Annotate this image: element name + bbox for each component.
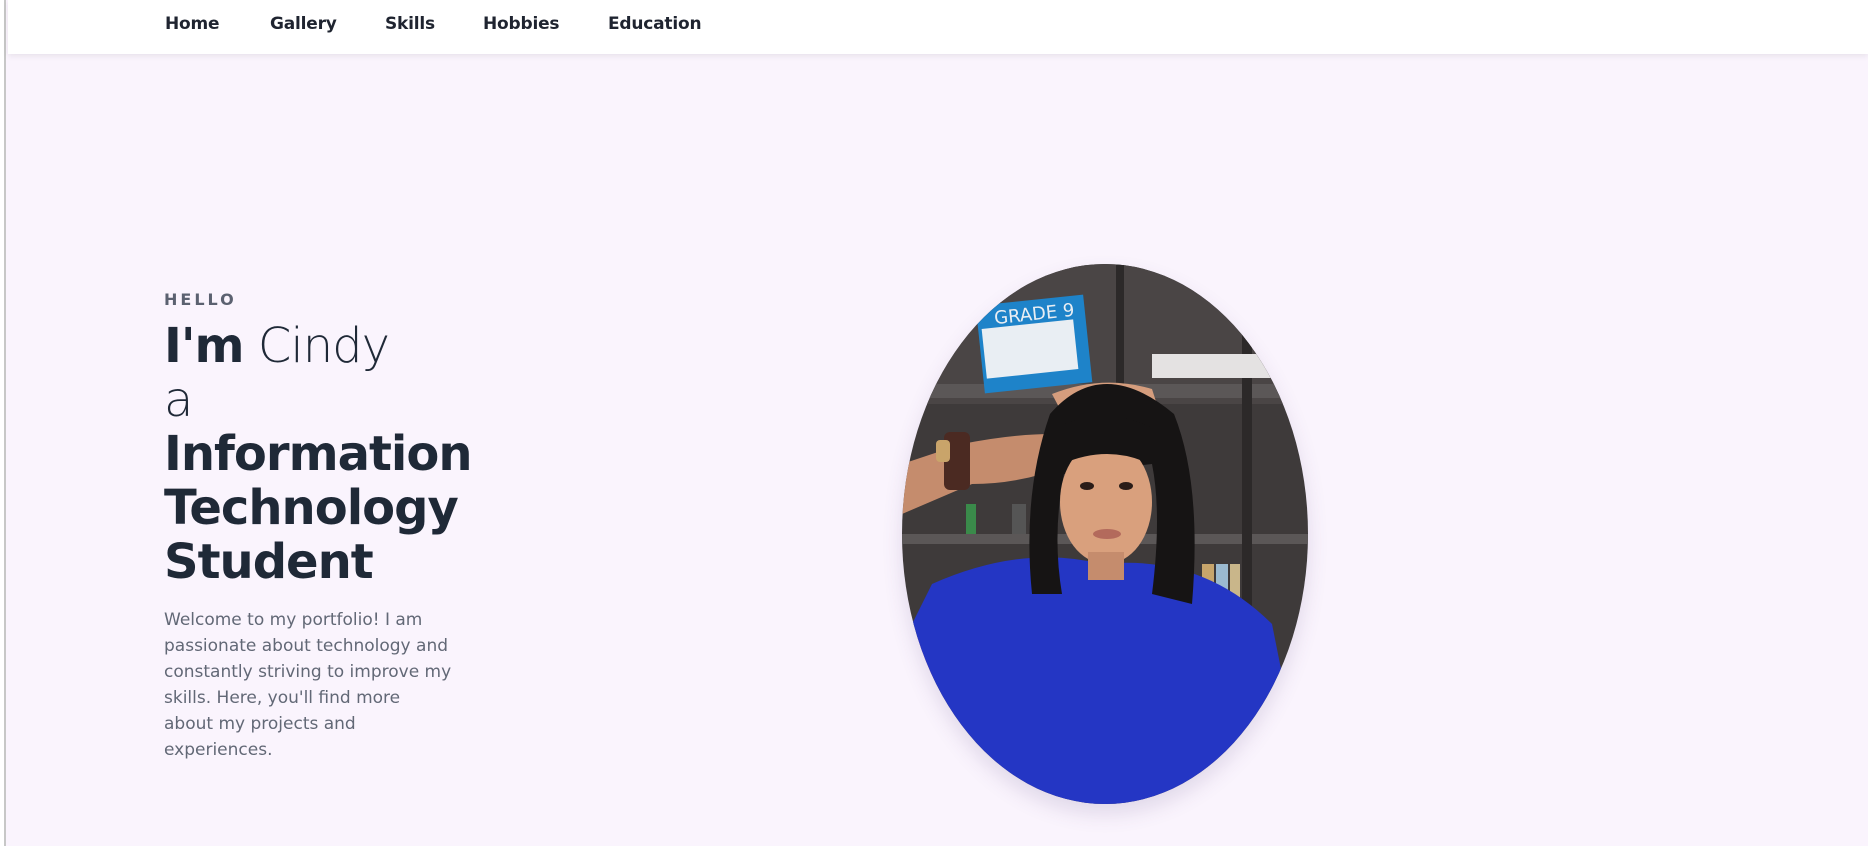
headline-article: a	[164, 372, 193, 428]
nav-education-link[interactable]: Education	[608, 14, 702, 34]
hero-headline: I'm Cindy a Information Technology Stude…	[164, 319, 473, 590]
hero-greeting: HELLO	[164, 290, 237, 309]
hero-intro-paragraph: Welcome to my portfolio! I am passionate…	[164, 610, 452, 760]
nav-hobbies-link[interactable]: Hobbies	[483, 14, 560, 34]
profile-photo-illustration: GRADE 9	[902, 264, 1308, 804]
headline-name: Cindy	[257, 318, 390, 374]
headline-role-line-1: Information	[164, 426, 473, 482]
nav-gallery-link[interactable]: Gallery	[270, 14, 337, 34]
headline-intro-line: I'm Cindy	[164, 319, 464, 373]
nav-home-link[interactable]: Home	[165, 14, 220, 34]
headline-role-line-3: Student	[164, 534, 374, 590]
headline-role-line-2: Technology	[164, 480, 459, 536]
top-navbar: Home Gallery Skills Hobbies Education	[8, 0, 1868, 54]
hero-text: HELLO I'm Cindy a Information Technology…	[164, 290, 473, 763]
profile-photo: GRADE 9	[902, 264, 1308, 804]
nav-skills-link[interactable]: Skills	[385, 14, 435, 34]
window-left-edge	[0, 0, 6, 846]
headline-im: I'm	[164, 318, 245, 374]
